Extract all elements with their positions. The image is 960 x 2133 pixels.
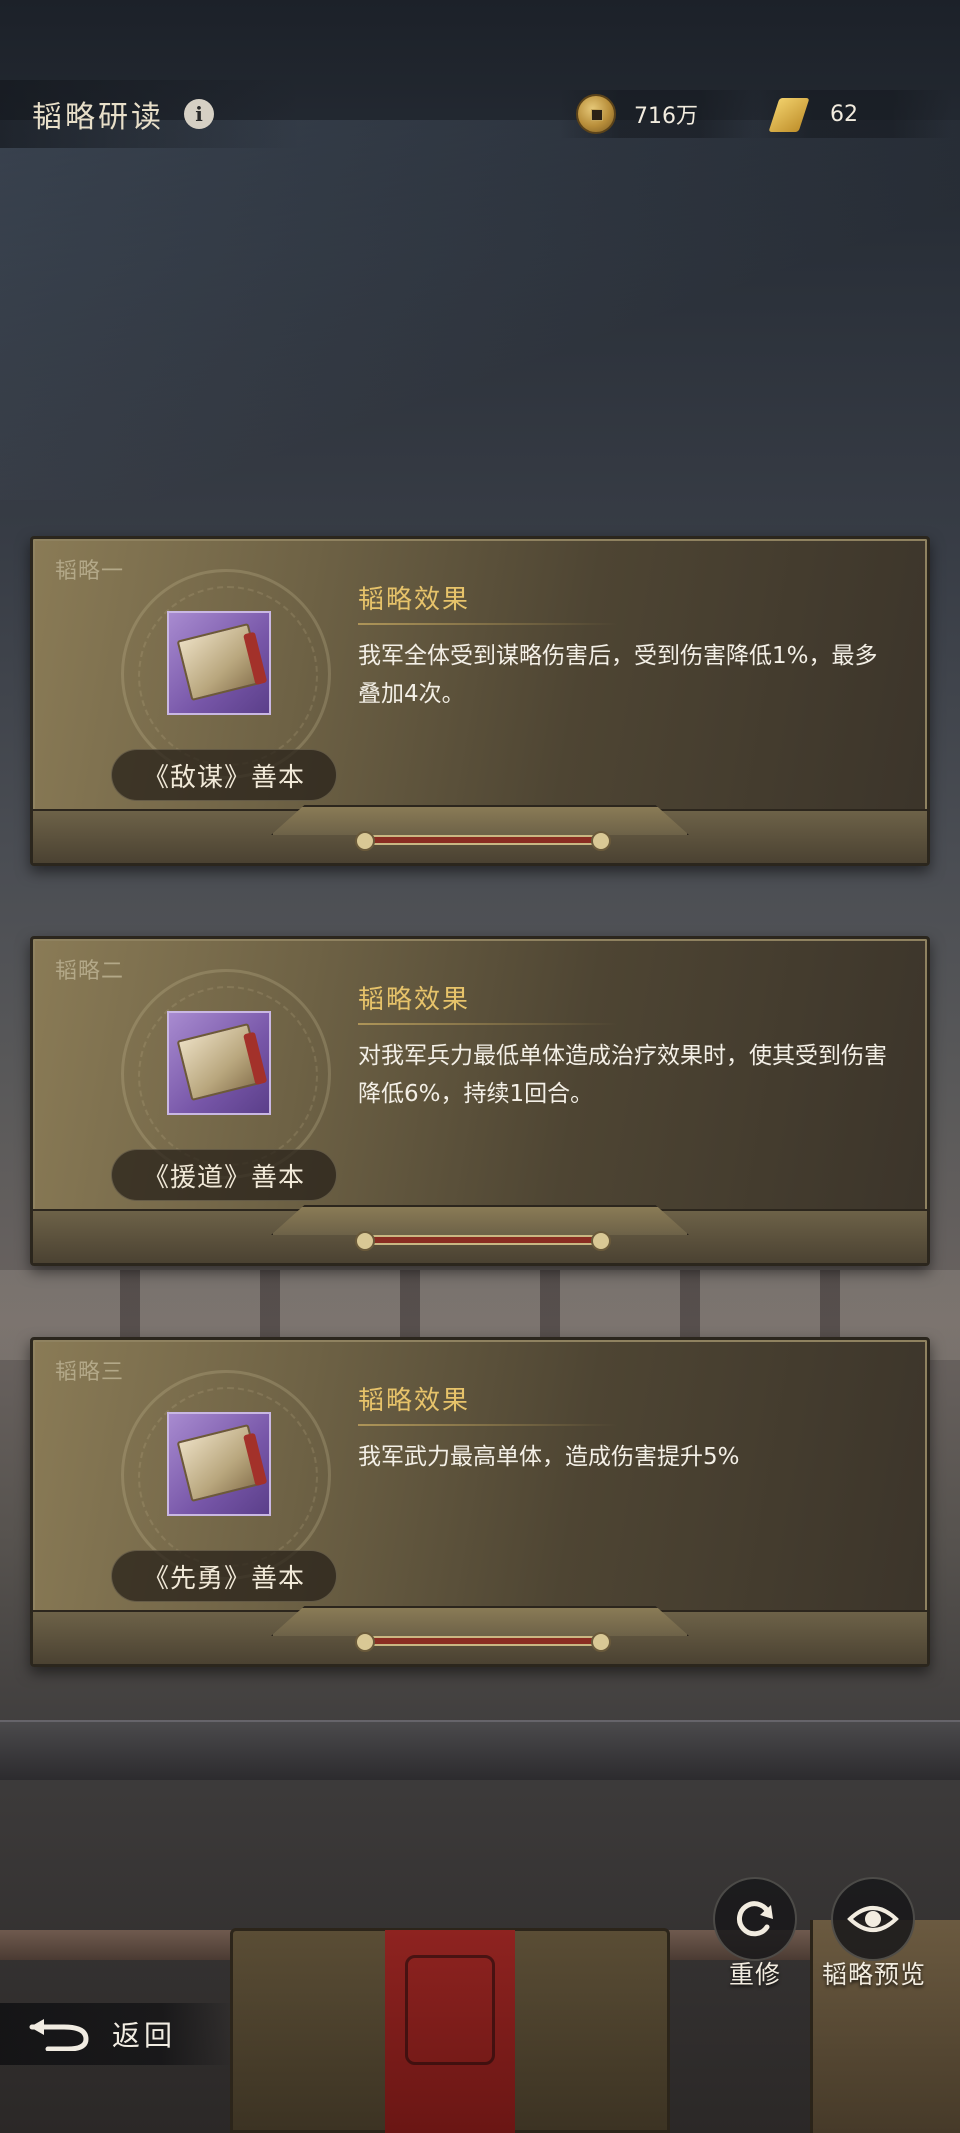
effect-text: 我军武力最高单体，造成伤害提升5% (358, 1444, 740, 1470)
background-book-glyph (405, 1955, 495, 2065)
back-button[interactable]: 返回 (0, 2003, 232, 2065)
card-tag: 韬略一 (55, 559, 125, 584)
effect-divider (358, 1023, 618, 1025)
effect-title: 韬略效果 (358, 1386, 471, 1416)
strategy-card-2[interactable]: 韬略二 《援道》善本 韬略效果 对我军兵力最低单体造成治疗效果时，使其受到伤害降… (30, 936, 930, 1266)
reforge-button[interactable] (713, 1877, 797, 1961)
card-footer-notch (271, 805, 689, 835)
info-icon[interactable]: i (184, 99, 214, 129)
book-icon (176, 1022, 264, 1102)
card-footer-bar (355, 1632, 611, 1652)
coin-counter: 716万 (560, 90, 760, 138)
effect-text: 我军全体受到谋略伤害后，受到伤害降低1%，最多叠加4次。 (358, 643, 878, 707)
strategy-card-1[interactable]: 韬略一 《敌谋》善本 韬略效果 我军全体受到谋略伤害后，受到伤害降低1%，最多叠… (30, 536, 930, 866)
background-window-light (0, 120, 960, 500)
scroll-value: 62 (830, 101, 858, 127)
scroll-counter: 62 (752, 90, 952, 138)
refresh-icon (736, 1901, 773, 1937)
background-shelf (0, 1720, 960, 1780)
card-footer-notch (271, 1606, 689, 1636)
book-slot[interactable] (167, 611, 271, 715)
page-title: 韬略研读 (32, 100, 164, 135)
effect-title: 韬略效果 (358, 585, 471, 615)
back-label: 返回 (112, 2019, 177, 2052)
effect-title: 韬略效果 (358, 985, 471, 1015)
scroll-icon (768, 94, 812, 134)
effect-text: 对我军兵力最低单体造成治疗效果时，使其受到伤害降低6%，持续1回合。 (358, 1043, 887, 1107)
book-name-pill[interactable]: 《先勇》善本 (111, 1550, 337, 1602)
card-tag: 韬略二 (55, 959, 125, 984)
strategy-card-3[interactable]: 韬略三 《先勇》善本 韬略效果 我军武力最高单体，造成伤害提升5% (30, 1337, 930, 1667)
book-slot[interactable] (167, 1412, 271, 1516)
reforge-label: 重修 (728, 1960, 781, 1989)
card-tag: 韬略三 (55, 1360, 125, 1385)
coin-value: 716万 (634, 104, 698, 129)
preview-button[interactable] (831, 1877, 915, 1961)
book-name-pill[interactable]: 《敌谋》善本 (111, 749, 337, 801)
back-arrow-icon (29, 2019, 89, 2051)
book-slot[interactable] (167, 1011, 271, 1115)
top-bar: 韬略研读 i 716万 62 (0, 80, 960, 150)
title-area: 韬略研读 i (0, 80, 300, 148)
book-name-pill[interactable]: 《援道》善本 (111, 1149, 337, 1201)
eye-icon (847, 1906, 899, 1932)
card-footer-notch (271, 1205, 689, 1235)
card-footer-bar (355, 831, 611, 851)
book-icon (176, 622, 264, 702)
effect-divider (358, 623, 618, 625)
coin-icon (576, 94, 616, 134)
card-footer-bar (355, 1231, 611, 1251)
book-icon (176, 1423, 264, 1503)
effect-divider (358, 1424, 618, 1426)
preview-label: 韬略预览 (821, 1960, 926, 1989)
